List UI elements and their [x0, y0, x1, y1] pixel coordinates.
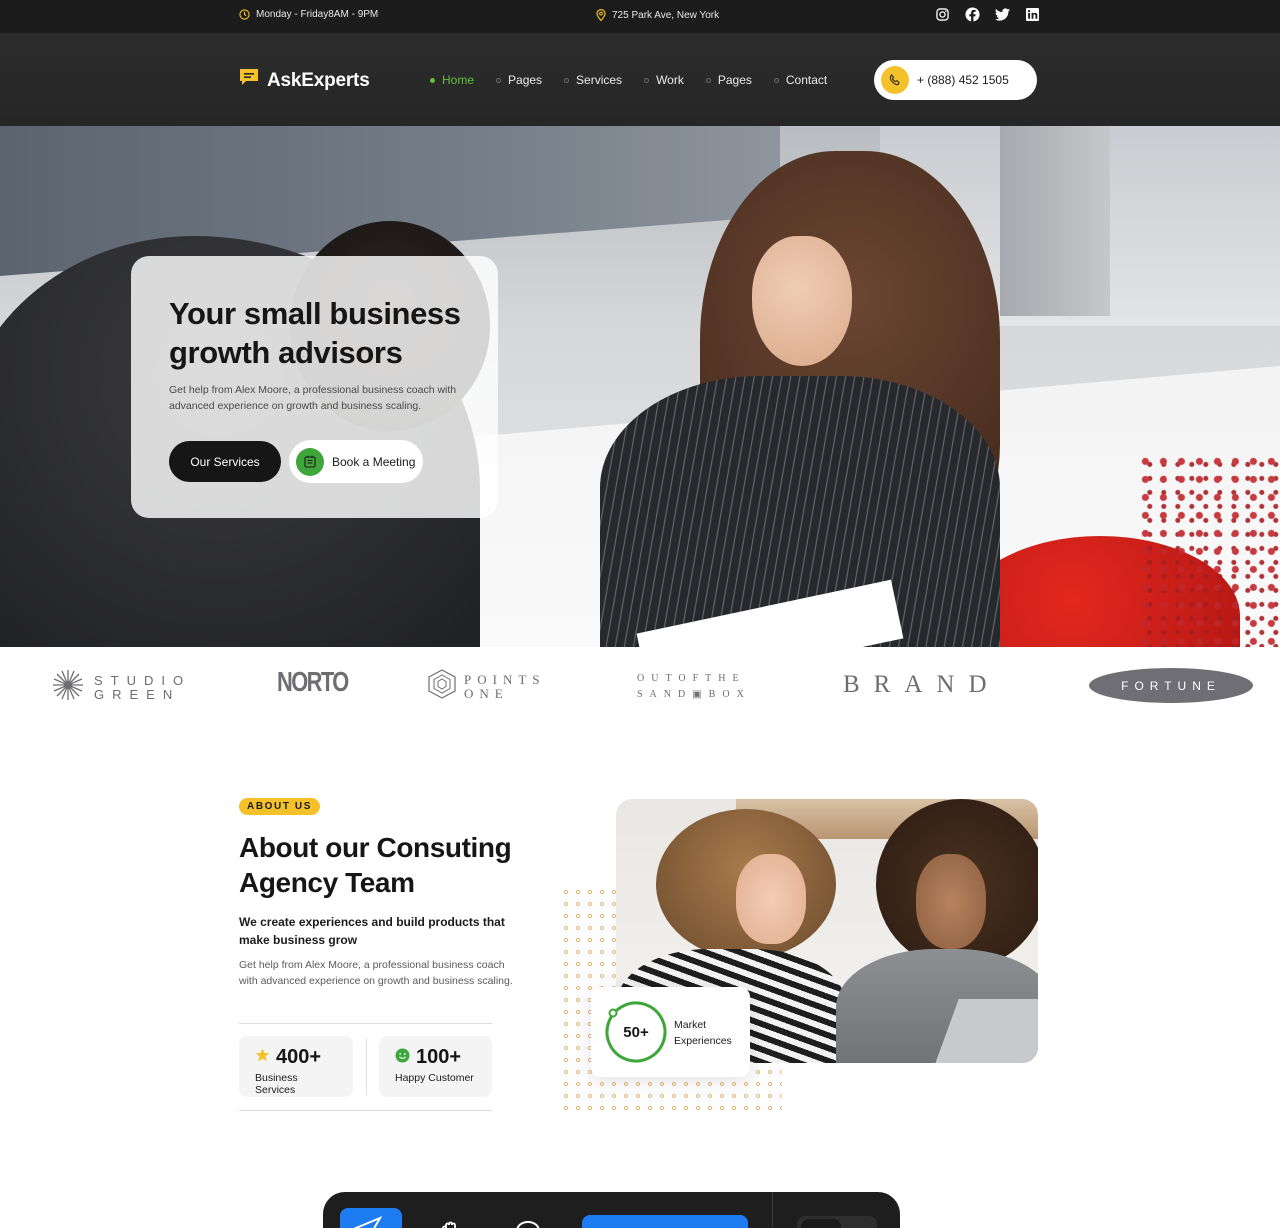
business-hours-text: Monday - Friday8AM - 9PM [256, 9, 379, 20]
brand-logo-studio-green: STUDIO GREEN [52, 669, 204, 706]
social-links [934, 6, 1040, 22]
brand-name-line-1: OUTOFTHE [637, 673, 746, 684]
experience-label: Market Experiences [674, 1019, 732, 1047]
location-pin-icon [596, 9, 606, 21]
nav-item-work[interactable]: Work [644, 73, 684, 87]
phone-button[interactable]: + (888) 452 1505 [874, 60, 1037, 100]
hero-background-pillar [1000, 126, 1110, 316]
book-meeting-button[interactable]: Book a Meeting [289, 440, 423, 483]
brand-name: POINTS ONE [464, 671, 546, 701]
nav-item-pages[interactable]: Pages [496, 73, 542, 87]
bottom-dock [323, 1192, 900, 1228]
chat-bubble-icon [239, 68, 259, 93]
our-services-button[interactable]: Our Services [169, 441, 281, 482]
nav-label: Pages [717, 73, 752, 87]
main-navigation: Home Pages Services Work Pages Contact [430, 73, 827, 87]
address: 725 Park Ave, New York [596, 9, 719, 21]
nav-bullet-icon [773, 77, 779, 83]
nav-bullet-icon [564, 77, 570, 83]
site-logo[interactable]: AskExperts [239, 68, 370, 93]
about-subtitle: We create experiences and build products… [239, 915, 505, 947]
nav-bullet-icon [430, 77, 435, 83]
twitter-icon[interactable] [994, 6, 1010, 22]
send-icon [354, 1215, 383, 1228]
brand-name-line-2: SAND▣BOX [637, 689, 751, 700]
hero-title: Your small business growth advisors [169, 296, 461, 370]
stat-label: Business Services [255, 1072, 298, 1096]
brand-name: STUDIO GREEN [94, 672, 192, 702]
brand-logo-norto: NORTO [277, 666, 349, 697]
dock-chat-icon[interactable] [515, 1220, 541, 1228]
starburst-icon [52, 669, 84, 706]
hero-woman-face [752, 236, 852, 366]
address-text: 725 Park Ave, New York [612, 9, 720, 21]
hero-card: Your small business growth advisors Get … [131, 256, 498, 518]
hexagon-icon [428, 669, 456, 704]
brand-logo-out-of-the-sandbox: OUTOFTHE SAND▣BOX [637, 671, 751, 703]
divider-top [239, 1023, 492, 1024]
nav-label: Services [576, 73, 623, 87]
dock-primary-action[interactable] [582, 1215, 748, 1228]
stat-happy-customer: 100+ Happy Customer [379, 1036, 492, 1097]
nav-label: Pages [508, 73, 543, 87]
nav-item-services[interactable]: Services [564, 73, 622, 87]
experience-card: 50+ Market Experiences [591, 987, 750, 1077]
business-hours: Monday - Friday8AM - 9PM [239, 9, 378, 20]
brand-logos-strip: STUDIO GREEN NORTO POINTS ONE OUTOFTHE S… [0, 647, 1280, 725]
stat-label: Happy Customer [395, 1072, 474, 1084]
hero-section: Your small business growth advisors Get … [0, 126, 1280, 647]
brand-logo-brand: BRAND [843, 671, 1001, 698]
nav-item-home[interactable]: Home [430, 73, 474, 87]
phone-icon [881, 66, 909, 94]
main-header: AskExperts Home Pages Services Work Page… [0, 33, 1280, 126]
photo-person-2-face [916, 854, 986, 949]
stat-value: 400+ [276, 1046, 322, 1068]
nav-item-contact[interactable]: Contact [773, 73, 828, 87]
nav-label: Contact [785, 73, 828, 87]
nav-label: Work [656, 73, 684, 87]
brand-logo-points-one: POINTS ONE [428, 669, 554, 704]
about-description: Get help from Alex Moore, a professional… [239, 959, 513, 987]
nav-bullet-icon [705, 77, 711, 83]
nav-bullet-icon [644, 77, 650, 83]
smile-icon [395, 1048, 410, 1068]
section-badge: ABOUT US [239, 798, 321, 815]
phone-number: + (888) 452 1505 [917, 73, 1009, 87]
divider-bottom [239, 1110, 492, 1111]
photo-person-1-face [736, 854, 806, 944]
nav-label: Home [442, 73, 475, 87]
nav-item-pages-2[interactable]: Pages [705, 73, 752, 87]
facebook-icon[interactable] [964, 6, 980, 22]
logo-text: AskExperts [267, 69, 370, 91]
clock-icon [239, 9, 250, 20]
dock-separator [772, 1192, 773, 1228]
linkedin-icon[interactable] [1024, 6, 1040, 22]
hero-description: Get help from Alex Moore, a professional… [169, 384, 457, 412]
dock-send-button[interactable] [340, 1208, 402, 1228]
instagram-icon[interactable] [934, 6, 950, 22]
star-icon [255, 1048, 270, 1067]
book-meeting-label: Book a Meeting [332, 454, 416, 469]
hero-red-plant [1140, 456, 1280, 647]
nav-bullet-icon [496, 77, 502, 83]
calendar-icon [296, 447, 324, 476]
stat-value: 100+ [416, 1046, 462, 1068]
dock-hand-icon[interactable] [439, 1218, 461, 1228]
dock-tertiary-action[interactable] [801, 1219, 841, 1228]
top-info-bar: Monday - Friday8AM - 9PM 725 Park Ave, N… [0, 0, 1280, 33]
about-title: About our Consuting Agency Team [239, 832, 512, 898]
brand-logo-fortune: FORTUNE [1089, 668, 1253, 703]
stat-separator [366, 1038, 367, 1095]
experience-value: 50+ [623, 1023, 649, 1041]
stat-business-services: 400+ Business Services [239, 1036, 353, 1097]
